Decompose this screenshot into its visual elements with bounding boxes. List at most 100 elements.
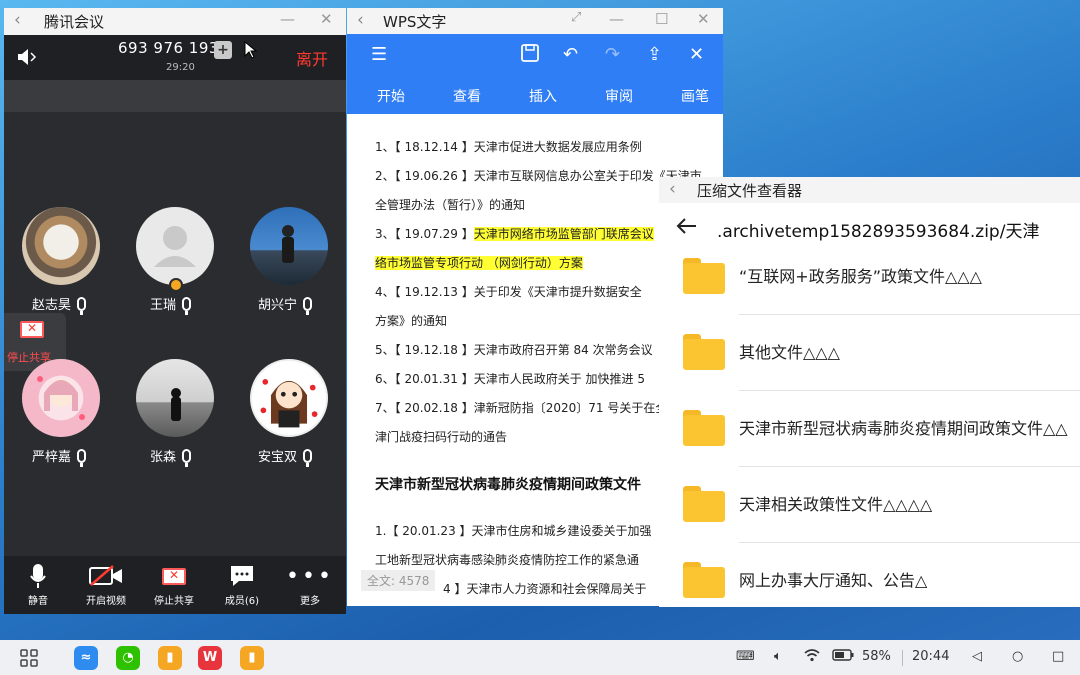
- close-document-icon[interactable]: ✕: [689, 44, 704, 65]
- wps-app-icon[interactable]: W: [198, 646, 222, 670]
- folder-icon: [683, 410, 725, 446]
- stop-share-button[interactable]: 停止共享: [142, 562, 206, 607]
- recents-nav-icon[interactable]: □: [1052, 649, 1064, 664]
- close-icon[interactable]: ✕: [320, 10, 333, 28]
- redo-icon[interactable]: ↷: [605, 44, 620, 65]
- keyboard-icon[interactable]: ⌨: [736, 649, 755, 664]
- doc-line: 全管理办法（暂行）》的通知: [375, 198, 526, 212]
- meeting-timer: 29:20: [166, 62, 195, 73]
- avatar[interactable]: [22, 359, 100, 437]
- taskbar: ≈ ◔ ▮ W ▮ ⌨ 🔈︎ 58% 20:44 ◁ ○ □: [0, 640, 1080, 675]
- microphone-icon: [182, 449, 192, 467]
- back-nav-icon[interactable]: ◁: [972, 649, 982, 664]
- tab-start[interactable]: 开始: [377, 86, 405, 106]
- archive-app-icon[interactable]: ▮: [158, 646, 182, 670]
- doc-line: 3、【 19.07.29 】天津市网络市场监管部门联席会议: [375, 227, 654, 241]
- doc-line: 络市场监管专项行动 （网剑行动）方案: [375, 256, 583, 270]
- folder-name: 网上办事大厅通知、公告△: [739, 571, 928, 590]
- doc-line: 工地新型冠状病毒感染肺炎疫情防控工作的紧急通: [375, 553, 640, 567]
- microphone-icon: [303, 449, 313, 467]
- doc-line: 4、【 19.12.13 】关于印发《天津市提升数据安全: [375, 285, 642, 299]
- folder-name: 天津市新型冠状病毒肺炎疫情期间政策文件△△: [739, 419, 1068, 438]
- folder-name: 其他文件△△△: [739, 343, 840, 362]
- participant-name: 张森: [150, 446, 192, 467]
- speaker-icon[interactable]: [16, 47, 38, 67]
- list-item[interactable]: “互联网+政务服务”政策文件△△△: [659, 239, 1080, 315]
- save-icon[interactable]: [521, 44, 539, 67]
- list-item[interactable]: 网上办事大厅通知、公告△: [659, 543, 1080, 607]
- battery-percent: 58%: [862, 649, 891, 664]
- archive-app-icon-2[interactable]: ▮: [240, 646, 264, 670]
- avatar[interactable]: [250, 359, 328, 437]
- tencent-meeting-app-icon[interactable]: ≈: [74, 646, 98, 670]
- fullscreen-icon[interactable]: ⤢: [571, 10, 581, 25]
- divider: [902, 650, 903, 666]
- tab-insert[interactable]: 插入: [529, 86, 557, 106]
- clock: 20:44: [912, 649, 950, 664]
- archive-title: 压缩文件查看器: [697, 182, 803, 200]
- folder-icon: [683, 562, 725, 598]
- cartoon-avatar-icon: [260, 379, 318, 428]
- tab-review[interactable]: 审阅: [605, 86, 633, 106]
- doc-line: 7、【 20.02.18 】津新冠防指〔2020〕71 号关于在全: [375, 401, 668, 415]
- host-badge-icon: [169, 278, 183, 292]
- undo-icon[interactable]: ↶: [563, 44, 578, 65]
- doc-line: 津门战疫扫码行动的通告: [375, 430, 508, 444]
- volume-icon[interactable]: 🔈︎: [774, 649, 782, 664]
- arrow-left-icon[interactable]: [675, 217, 697, 235]
- participant-name: 安宝双: [258, 446, 313, 467]
- app-grid-icon[interactable]: [20, 649, 38, 667]
- word-count: 全文: 4578: [361, 570, 436, 591]
- share-icon[interactable]: ⇪: [647, 44, 662, 65]
- avatar[interactable]: [22, 207, 100, 285]
- leave-button[interactable]: 离开: [296, 46, 328, 70]
- wechat-app-icon[interactable]: ◔: [116, 646, 140, 670]
- folder-icon: [683, 486, 725, 522]
- microphone-icon: [303, 297, 313, 315]
- microphone-icon: [6, 562, 70, 590]
- avatar[interactable]: [136, 359, 214, 437]
- doc-line: 2、【 19.06.26 】天津市互联网信息办公室关于印发《天津市: [375, 169, 702, 183]
- mute-button[interactable]: 静音: [6, 562, 70, 607]
- anime-girl-icon: [37, 376, 85, 420]
- list-item[interactable]: 其他文件△△△: [659, 315, 1080, 391]
- tab-pen[interactable]: 画笔: [681, 86, 709, 106]
- avatar[interactable]: [136, 207, 214, 285]
- back-icon[interactable]: ‹: [357, 10, 364, 30]
- start-video-button[interactable]: 开启视频: [74, 562, 138, 607]
- mouse-cursor-icon: [244, 41, 258, 59]
- home-nav-icon[interactable]: ○: [1012, 649, 1023, 664]
- doc-heading: 天津市新型冠状病毒肺炎疫情期间政策文件: [375, 477, 641, 493]
- stop-share-icon: [20, 321, 44, 338]
- members-button[interactable]: 成员(6): [210, 562, 274, 607]
- list-item[interactable]: 天津市新型冠状病毒肺炎疫情期间政策文件△△: [659, 391, 1080, 467]
- meeting-id: 693 976 193: [118, 39, 219, 57]
- security-shield-icon[interactable]: +: [214, 41, 232, 59]
- doc-line: 6、【 20.01.31 】天津市人民政府关于 加快推进 5: [375, 372, 645, 386]
- more-button[interactable]: ••• 更多: [278, 562, 342, 608]
- minimize-icon[interactable]: —: [280, 10, 295, 28]
- menu-icon[interactable]: ☰: [371, 44, 387, 65]
- person-photo-icon: [171, 388, 181, 421]
- back-icon[interactable]: ‹: [14, 10, 21, 30]
- chat-members-icon: [210, 562, 274, 590]
- participant-name: 赵志昊: [32, 294, 87, 315]
- maximize-icon[interactable]: ☐: [655, 10, 668, 28]
- avatar[interactable]: [250, 207, 328, 285]
- microphone-icon: [182, 297, 192, 315]
- doc-line: 1、【 18.12.14 】天津市促进大数据发展应用条例: [375, 140, 642, 154]
- back-icon[interactable]: ‹: [669, 179, 676, 199]
- doc-line: 5、【 19.12.18 】天津市政府召开第 84 次常务会议: [375, 343, 653, 357]
- archive-titlebar: ‹ 压缩文件查看器: [659, 177, 1080, 203]
- meeting-topbar: 693 976 193 + 29:20 离开: [4, 35, 346, 80]
- participant-name: 胡兴宁: [258, 294, 313, 315]
- meeting-subbar: [4, 80, 346, 112]
- meeting-window: ‹ 腾讯会议 — ✕ 693 976 193 + 29:20 离开 赵志昊 王瑞: [4, 8, 346, 614]
- close-icon[interactable]: ✕: [697, 10, 710, 28]
- participant-name: 王瑞: [150, 294, 192, 315]
- tab-view[interactable]: 查看: [453, 86, 481, 106]
- list-item[interactable]: 天津相关政策性文件△△△△: [659, 467, 1080, 543]
- wps-toolbar: ☰ ↶ ↷ ⇪ ✕: [347, 34, 723, 78]
- minimize-icon[interactable]: —: [609, 10, 624, 28]
- wifi-icon[interactable]: [804, 649, 820, 666]
